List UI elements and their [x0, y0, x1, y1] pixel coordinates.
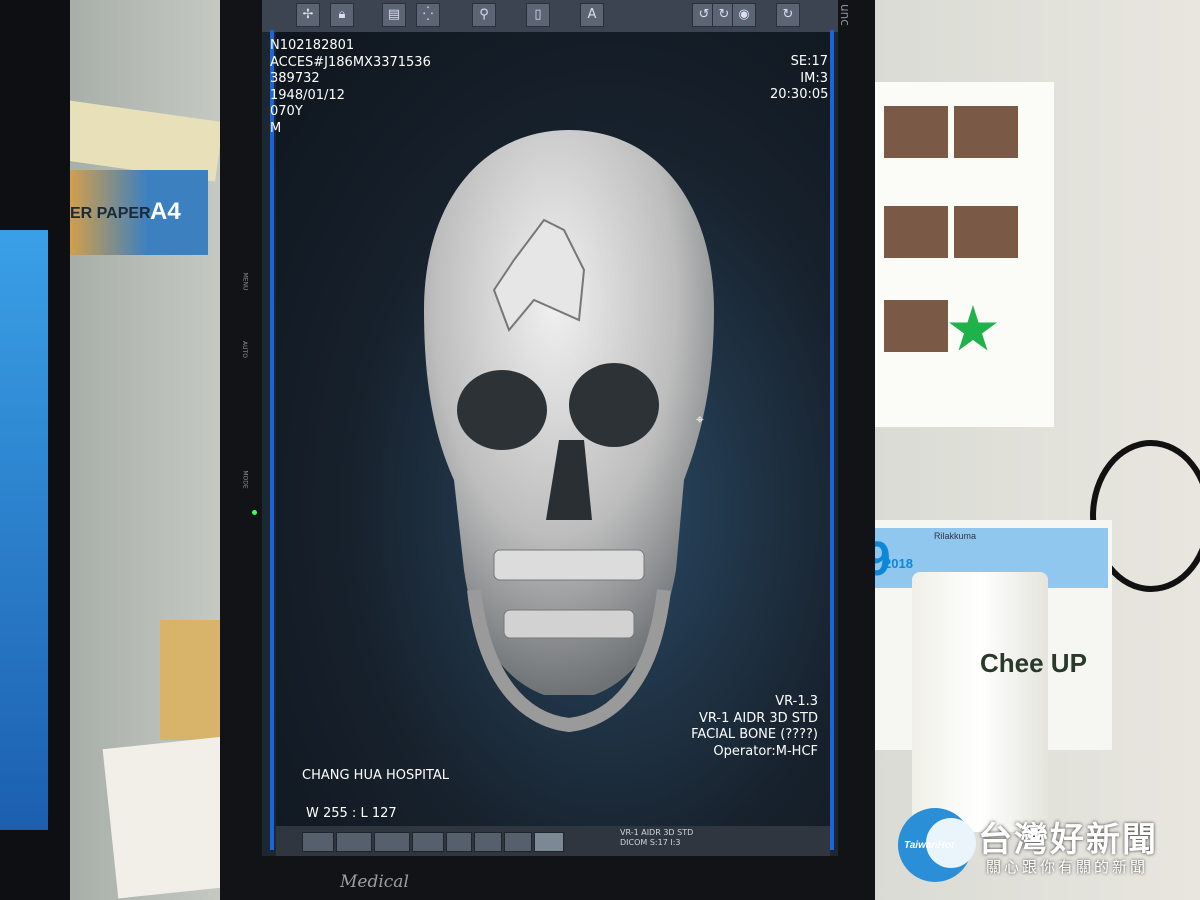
recon-kernel: VR-1 AIDR 3D STD [698, 710, 818, 726]
taskbar-info: VR-1 AIDR 3D STD DICOM S:17 I:3 [620, 828, 693, 848]
task-tab[interactable] [504, 832, 532, 852]
poster-step-image [884, 300, 948, 352]
watermark-title: 台灣好新聞 [978, 820, 1158, 860]
monitor-brand-medical: Medical [340, 872, 409, 892]
task-tab[interactable] [336, 832, 372, 852]
window-level: W 255 : L 127 [306, 806, 397, 821]
cup-logo-text: Chee UP [980, 648, 1087, 678]
record-number: 389732 [270, 71, 320, 86]
poster-step-image [884, 106, 948, 158]
left-orbit [457, 370, 547, 450]
patient-id: N102182801 [270, 38, 355, 53]
lock-icon[interactable]: 🔒︎ [330, 3, 354, 27]
zoom-icon[interactable]: ⚲ [472, 3, 496, 27]
lower-teeth [503, 609, 635, 639]
task-tab[interactable] [446, 832, 472, 852]
poster-step-image [884, 206, 948, 258]
patient-sex: M [270, 120, 282, 136]
recon-info: VR-1.3 VR-1 AIDR 3D STD FACIAL BONE (???… [688, 694, 818, 760]
viewport-border-left [270, 30, 274, 850]
crosshair-cursor-icon: ⌖ [696, 412, 704, 428]
circle-icon[interactable]: ◉ [732, 3, 756, 27]
paper-box-label: ER PAPER [70, 205, 151, 222]
upper-teeth [493, 549, 645, 581]
taskbar-info-line1: VR-1 AIDR 3D STD [620, 828, 694, 837]
left-monitor-screen [0, 230, 48, 830]
drink-cup [912, 572, 1048, 832]
watermark-logo-text: TaiwanHot [904, 840, 955, 851]
text-icon[interactable]: A [580, 3, 604, 27]
calendar-year: 2018 [884, 556, 913, 571]
birth-date: 1948/01/12 [270, 87, 345, 103]
poster-step-image [954, 206, 1018, 258]
calendar-brand: Rilakkuma [934, 531, 977, 541]
paper-box-size: A4 [150, 198, 181, 225]
scan-time: 20:30:05 [770, 87, 829, 102]
patient-info: N102182801 ACCES#J186MX3371536 389732 19… [270, 38, 431, 137]
watermark-subtitle: 關心跟你有關的新聞 [986, 858, 1149, 876]
hospital-name: CHANG HUA HOSPITAL [302, 768, 449, 783]
auto-button-label: AUTO [240, 341, 248, 358]
task-tab[interactable] [374, 832, 410, 852]
task-tab[interactable] [302, 832, 334, 852]
series-number: SE:17 [790, 54, 828, 69]
patient-age: 070Y [270, 104, 303, 119]
menu-button-label: MENU [241, 272, 249, 291]
refresh-icon[interactable]: ↻ [776, 3, 800, 27]
power-led [252, 510, 257, 515]
move-icon[interactable]: ✢ [296, 3, 320, 27]
taskbar-info-line2: DICOM S:17 I:3 [620, 838, 681, 847]
image-number: IM:3 [800, 70, 828, 86]
task-tab[interactable] [412, 832, 444, 852]
operator-name: Operator:M-HCF [713, 743, 818, 759]
task-tab-active[interactable] [534, 832, 564, 852]
grid-icon[interactable]: ▤ [382, 3, 406, 27]
viewport-border-right [830, 30, 834, 850]
mode-button-label: MODE [241, 470, 249, 489]
hand-washing-poster [868, 82, 1054, 427]
pan-icon[interactable]: ⁛ [416, 3, 440, 27]
right-orbit [569, 363, 659, 447]
render-version: VR-1.3 [775, 694, 818, 709]
skull-3d-render [424, 130, 714, 733]
monitor-brand: unc [838, 4, 852, 26]
task-tab[interactable] [474, 832, 502, 852]
accession-number: ACCES#J186MX3371536 [270, 54, 431, 70]
series-info: SE:17 IM:3 20:30:05 [770, 54, 828, 104]
protocol-name: FACIAL BONE (????) [691, 727, 818, 742]
poster-step-image [954, 106, 1018, 158]
page-icon[interactable]: ▯ [526, 3, 550, 27]
